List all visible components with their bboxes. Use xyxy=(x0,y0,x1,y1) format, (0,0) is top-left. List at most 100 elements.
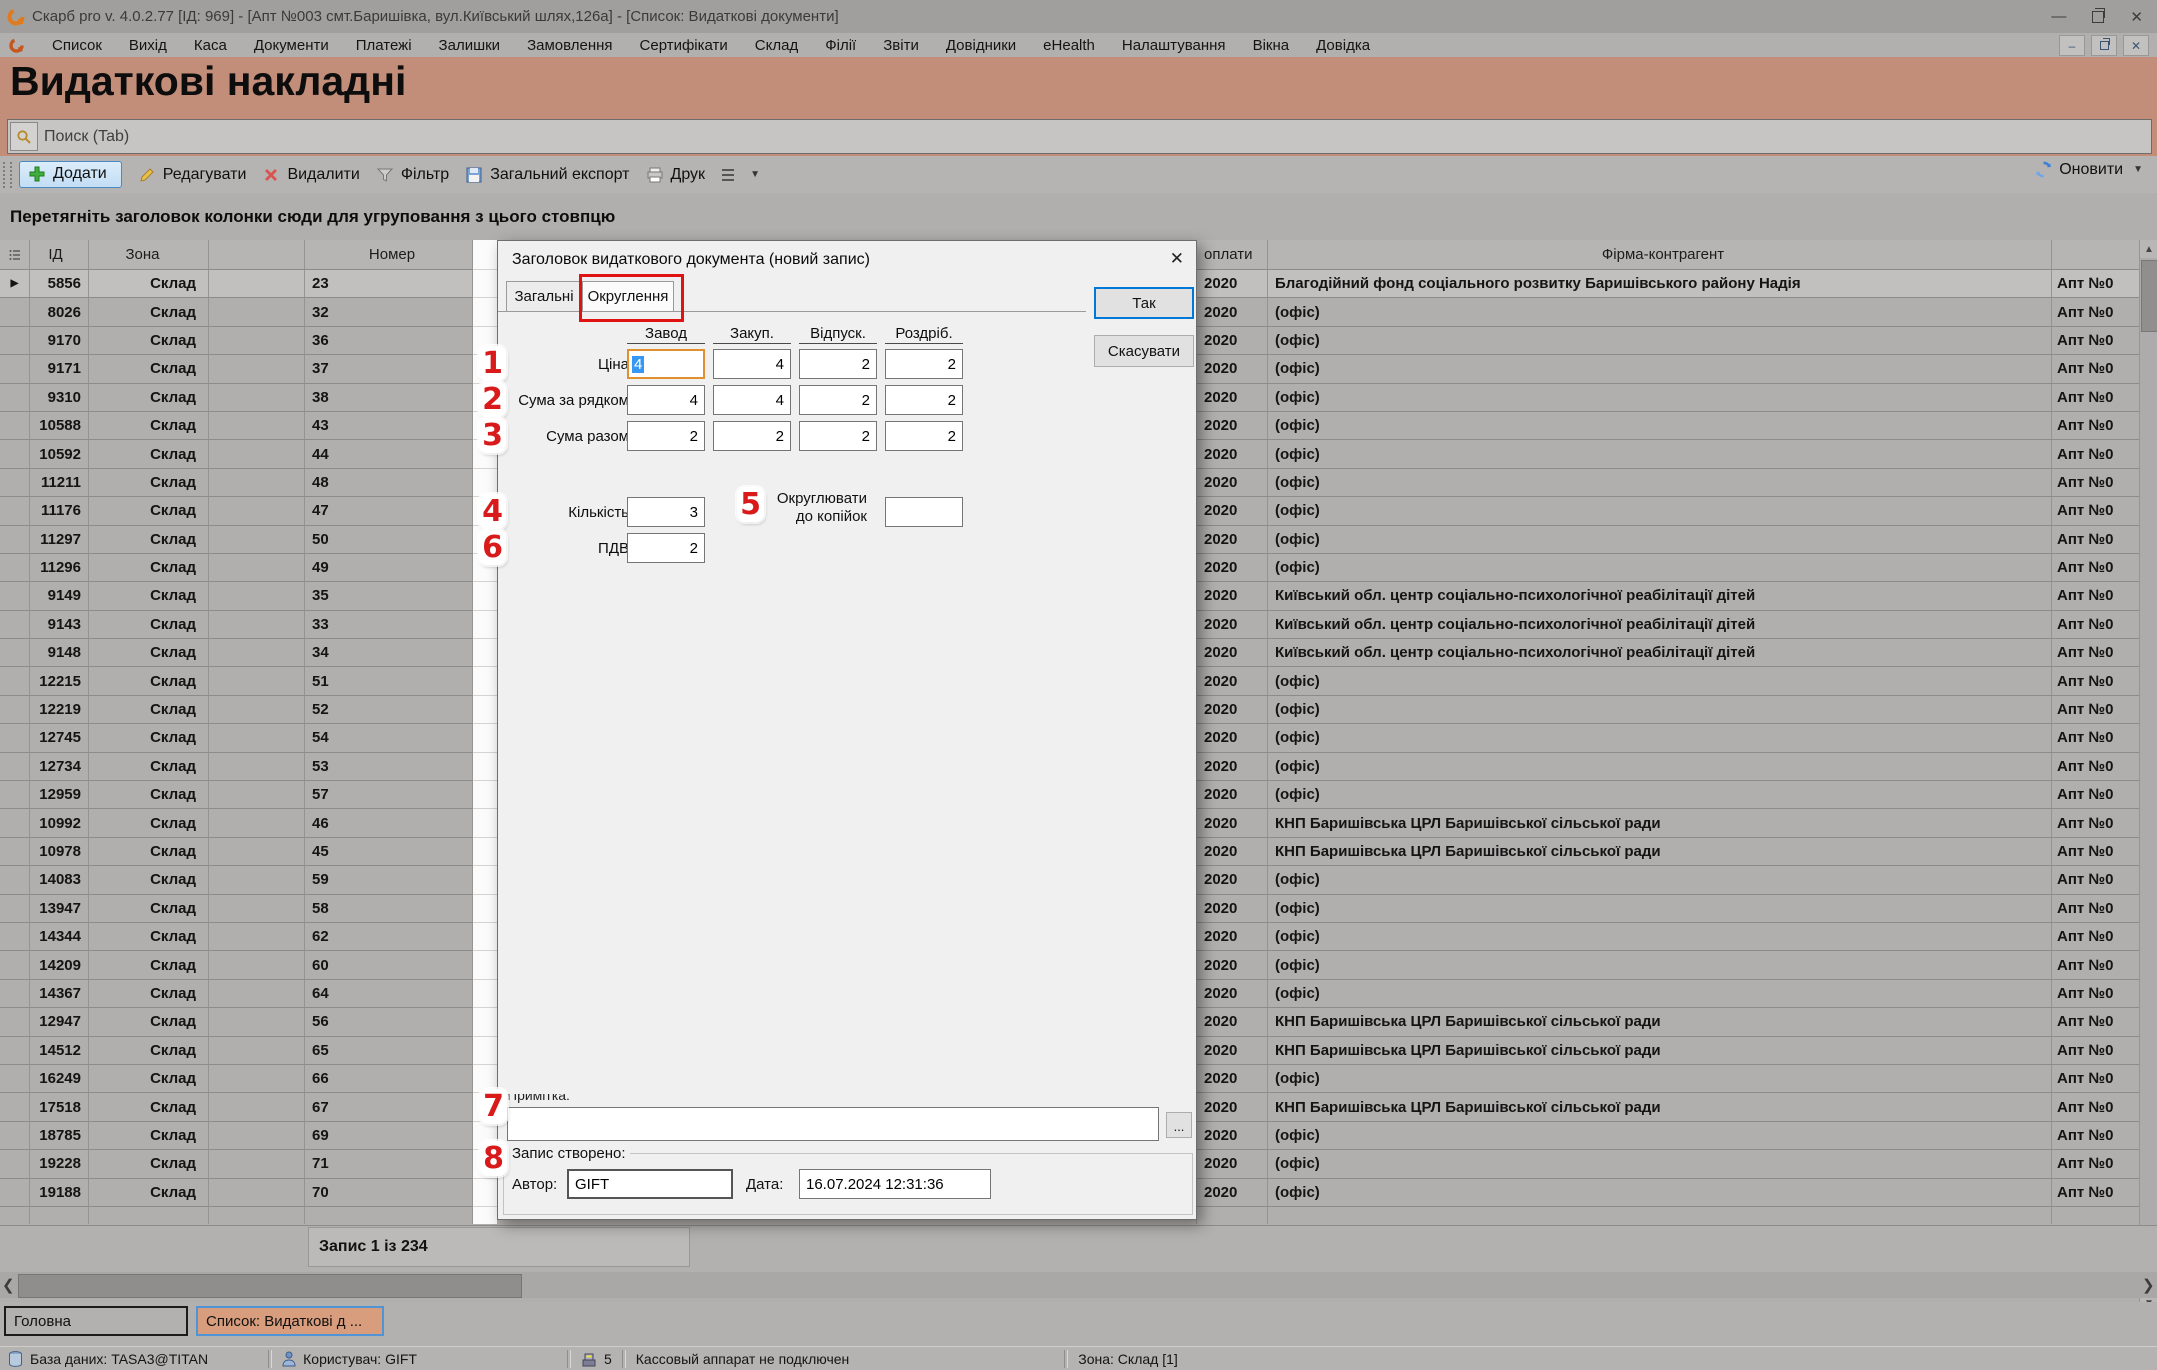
cell-firm: (офіс) xyxy=(1268,1150,2052,1178)
grid-input-Сума за рядком-Закуп.[interactable]: 4 xyxy=(713,385,791,415)
minimize-button[interactable]: — xyxy=(2051,8,2066,25)
grid-input-Ціна-Роздріб.[interactable]: 2 xyxy=(885,349,963,379)
menu-item-16[interactable]: Довідка xyxy=(1316,37,1370,54)
date-label: Дата: xyxy=(746,1176,783,1193)
chevron-down-icon: ▼ xyxy=(750,169,760,180)
cell-firm: (офіс) xyxy=(1268,951,2052,979)
cell-payment-date: 2020 xyxy=(1197,1179,1268,1207)
search-input[interactable]: Поиск (Tab) xyxy=(7,119,2152,154)
cell-apt: Апт №0 xyxy=(2052,667,2139,695)
dialog-close-icon[interactable]: ✕ xyxy=(1170,249,1184,269)
grid-input-Сума за рядком-Роздріб.[interactable]: 2 xyxy=(885,385,963,415)
grid-input-Ціна-Завод[interactable]: 4 xyxy=(627,349,705,379)
restore-button[interactable] xyxy=(2092,11,2104,23)
record-created-label: Запис створено: xyxy=(508,1145,630,1162)
mdi-minimize-button[interactable]: – xyxy=(2059,35,2085,56)
mdi-restore-button[interactable] xyxy=(2091,35,2117,56)
cell-firm: (офіс) xyxy=(1268,384,2052,412)
cell-apt: Апт №0 xyxy=(2052,1093,2139,1121)
cell-partial xyxy=(305,1207,473,1224)
menu-item-15[interactable]: Вікна xyxy=(1253,37,1290,54)
cell-payment-date: 2020 xyxy=(1197,384,1268,412)
cell-zone: Склад xyxy=(89,980,209,1008)
menu-item-14[interactable]: Налаштування xyxy=(1122,37,1226,54)
add-button[interactable]: Додати xyxy=(19,161,122,188)
cell-apt: Апт №0 xyxy=(2052,582,2139,610)
filter-button[interactable]: Фільтр xyxy=(376,166,449,184)
menu-item-9[interactable]: Склад xyxy=(755,37,798,54)
tab-home[interactable]: Головна xyxy=(4,1306,188,1336)
cell-apt: Апт №0 xyxy=(2052,554,2139,582)
cell-strip xyxy=(473,611,497,639)
grid-input-Ціна-Відпуск.[interactable]: 2 xyxy=(799,349,877,379)
menu-item-13[interactable]: eHealth xyxy=(1043,37,1095,54)
vat-input[interactable]: 2 xyxy=(627,533,705,563)
qty-label: Кількість xyxy=(498,504,629,521)
cell-firm: (офіс) xyxy=(1268,554,2052,582)
grid-input-Сума разом-Роздріб.[interactable]: 2 xyxy=(885,421,963,451)
edit-button[interactable]: Редагувати xyxy=(138,166,247,184)
grid-input-Сума разом-Відпуск.[interactable]: 2 xyxy=(799,421,877,451)
vertical-scrollbar[interactable]: ▲ ▼ xyxy=(2139,240,2157,1312)
tab-general[interactable]: Загальні xyxy=(506,281,582,311)
cell-strip xyxy=(473,1037,497,1065)
scroll-up-icon[interactable]: ▲ xyxy=(2140,240,2157,258)
menu-item-7[interactable]: Замовлення xyxy=(527,37,612,54)
cell-number: 47 xyxy=(305,497,473,525)
close-button[interactable]: ✕ xyxy=(2130,8,2143,26)
round-kopecks-input[interactable] xyxy=(885,497,963,527)
menu-item-8[interactable]: Сертифікати xyxy=(640,37,728,54)
tab-list-documents[interactable]: Список: Видаткові д ... xyxy=(196,1306,384,1336)
delete-button[interactable]: Видалити xyxy=(262,166,359,184)
view-menu-button[interactable]: ▼ xyxy=(721,168,760,182)
cell-number: 64 xyxy=(305,980,473,1008)
cell-strip xyxy=(473,1179,497,1207)
menu-item-1[interactable]: Список xyxy=(52,37,102,54)
grid-input-Сума разом-Завод[interactable]: 2 xyxy=(627,421,705,451)
mdi-close-button[interactable]: ✕ xyxy=(2123,35,2149,56)
cell-id: 12734 xyxy=(30,753,89,781)
qty-input[interactable]: 3 xyxy=(627,497,705,527)
note-input[interactable] xyxy=(507,1107,1159,1141)
cell-id: 12745 xyxy=(30,724,89,752)
grid-input-Сума разом-Закуп.[interactable]: 2 xyxy=(713,421,791,451)
menu-item-5[interactable]: Платежі xyxy=(356,37,412,54)
menu-item-3[interactable]: Каса xyxy=(194,37,227,54)
toolbar-grip[interactable] xyxy=(3,162,12,188)
cell-payment-date: 2020 xyxy=(1197,980,1268,1008)
ok-button[interactable]: Так xyxy=(1094,287,1194,319)
cell-payment-date: 2020 xyxy=(1197,923,1268,951)
export-button[interactable]: Загальний експорт xyxy=(465,166,629,184)
note-label: Примітка: xyxy=(507,1094,570,1105)
grid-input-Сума за рядком-Відпуск.[interactable]: 2 xyxy=(799,385,877,415)
horizontal-scroll-thumb[interactable] xyxy=(18,1274,522,1298)
menu-item-12[interactable]: Довідники xyxy=(946,37,1016,54)
menu-item-11[interactable]: Звіти xyxy=(883,37,919,54)
cell-apt: Апт №0 xyxy=(2052,724,2139,752)
date-input[interactable]: 16.07.2024 12:31:36 xyxy=(799,1169,991,1199)
refresh-button[interactable]: Оновити ▼ xyxy=(2034,160,2143,179)
grid-input-Сума за рядком-Завод[interactable]: 4 xyxy=(627,385,705,415)
row-selector xyxy=(0,1179,30,1207)
cancel-button[interactable]: Скасувати xyxy=(1094,335,1194,367)
cell-firm: (офіс) xyxy=(1268,355,2052,383)
scroll-left-icon[interactable]: ❮ xyxy=(2,1276,15,1294)
grid-row-label: Сума за рядком xyxy=(498,392,629,409)
menu-item-10[interactable]: Філії xyxy=(825,37,856,54)
cell-apt: Апт №0 xyxy=(2052,980,2139,1008)
cell-payment-date: 2020 xyxy=(1197,554,1268,582)
menu-item-2[interactable]: Вихід xyxy=(129,37,167,54)
cell-strip xyxy=(473,980,497,1008)
cell-id: 11297 xyxy=(30,526,89,554)
cell-zone: Склад xyxy=(89,866,209,894)
scroll-right-icon[interactable]: ❯ xyxy=(2142,1276,2155,1294)
note-more-button[interactable]: ... xyxy=(1166,1112,1192,1138)
cell-apt: Апт №0 xyxy=(2052,1008,2139,1036)
vertical-scroll-thumb[interactable] xyxy=(2141,260,2157,332)
menu-item-6[interactable]: Залишки xyxy=(439,37,501,54)
grid-input-Ціна-Закуп.[interactable]: 4 xyxy=(713,349,791,379)
cell-strip xyxy=(473,724,497,752)
menu-item-4[interactable]: Документи xyxy=(254,37,329,54)
author-input[interactable]: GIFT xyxy=(567,1169,733,1199)
print-button[interactable]: Друк xyxy=(646,166,706,184)
